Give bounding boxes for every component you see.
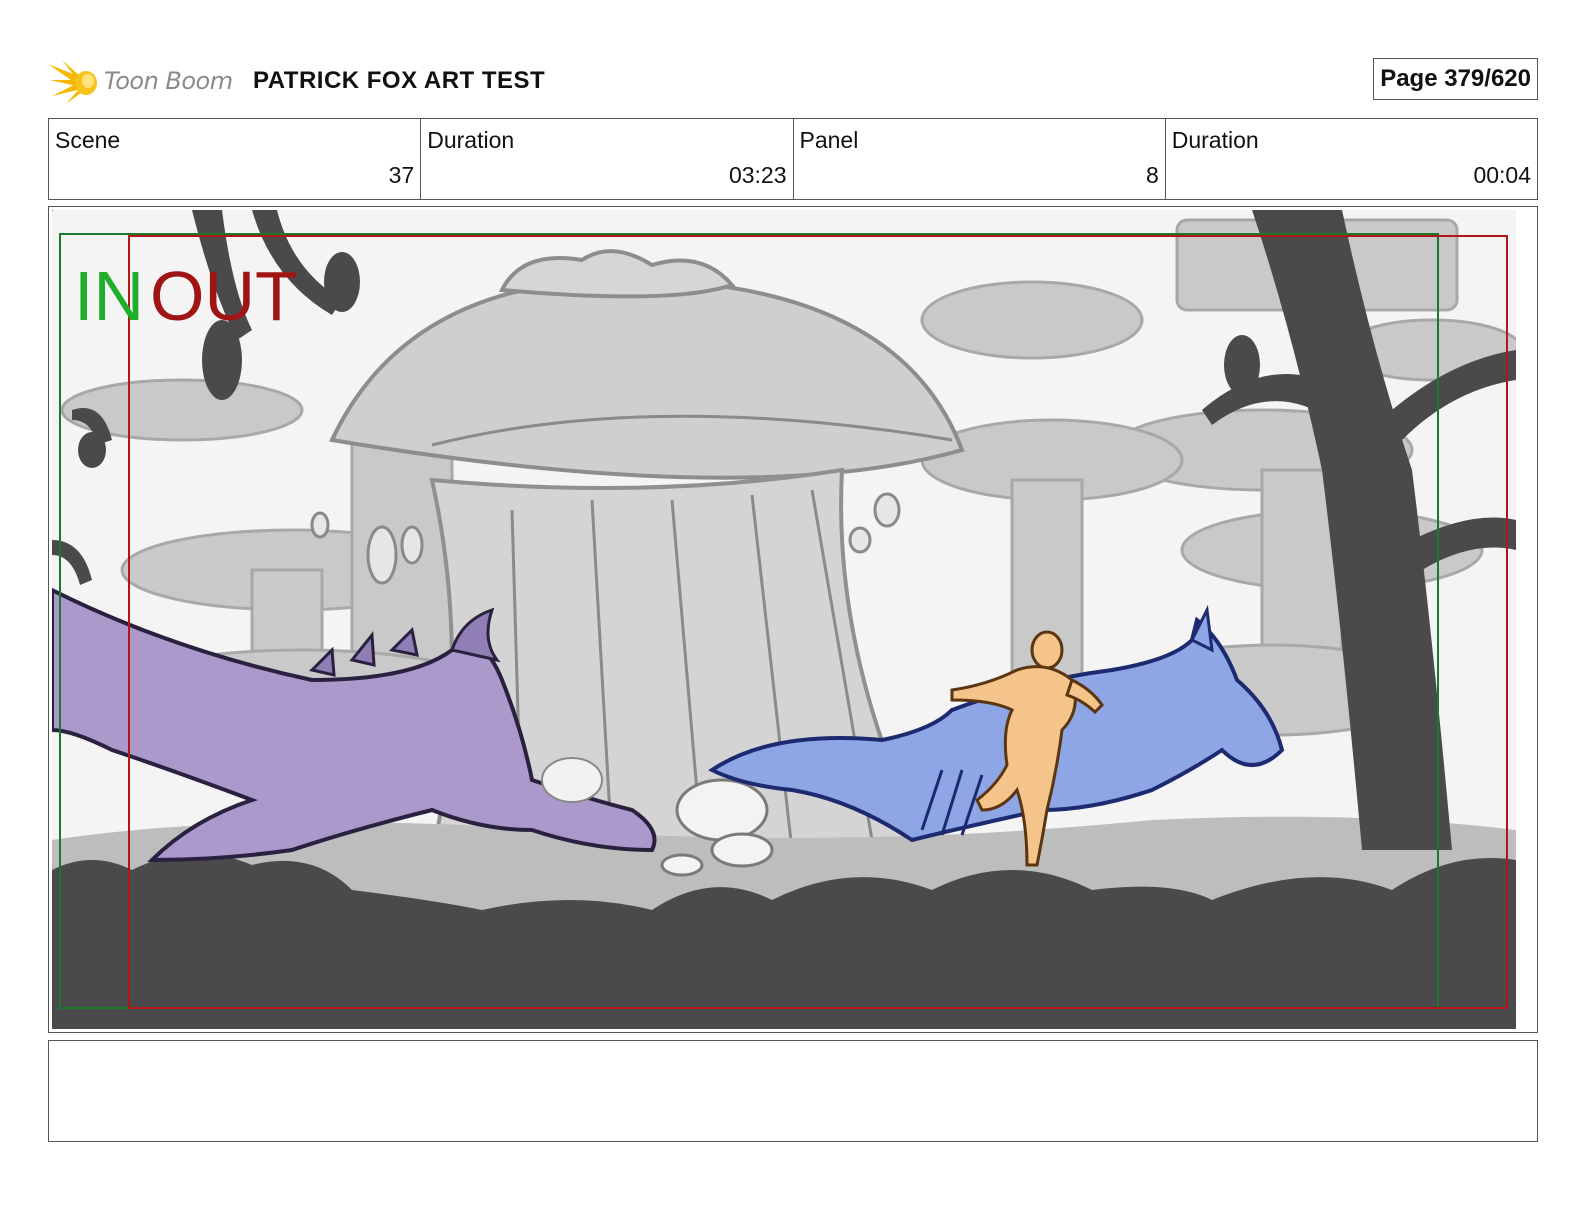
panel-artwork: IN OUT — [52, 210, 1516, 1029]
panel-cell: Panel 8 — [794, 119, 1166, 199]
panel-label: Panel — [799, 127, 859, 153]
out-label: OUT — [150, 257, 298, 335]
logo-wordmark: Toon Boom — [104, 67, 233, 95]
panel-duration-label: Duration — [1171, 127, 1259, 153]
scene-cell: Scene 37 — [49, 119, 422, 199]
page-number: Page 379/620 — [1373, 58, 1538, 100]
page-header: Toon Boom PATRICK FOX ART TEST Page 379/… — [48, 52, 1538, 110]
scene-info-table: Scene 37 Duration 03:23 Panel 8 Duration… — [48, 118, 1538, 200]
panel-duration-value: 00:04 — [1473, 162, 1531, 188]
in-label: IN — [74, 257, 144, 335]
scene-label: Scene — [55, 127, 121, 153]
storyboard-panel: IN OUT — [48, 206, 1538, 1033]
panel-duration-cell: Duration 00:04 — [1166, 119, 1537, 199]
sunburst-logo-icon — [48, 60, 97, 104]
panel-value: 8 — [1145, 162, 1159, 188]
scene-value: 37 — [388, 162, 415, 188]
scene-duration-value: 03:23 — [728, 162, 787, 188]
scene-duration-label: Duration — [427, 127, 515, 153]
scene-duration-cell: Duration 03:23 — [421, 119, 794, 199]
toon-boom-logo: Toon Boom — [48, 56, 243, 108]
panel-notes-box[interactable] — [48, 1040, 1538, 1142]
project-title: PATRICK FOX ART TEST — [253, 67, 546, 94]
